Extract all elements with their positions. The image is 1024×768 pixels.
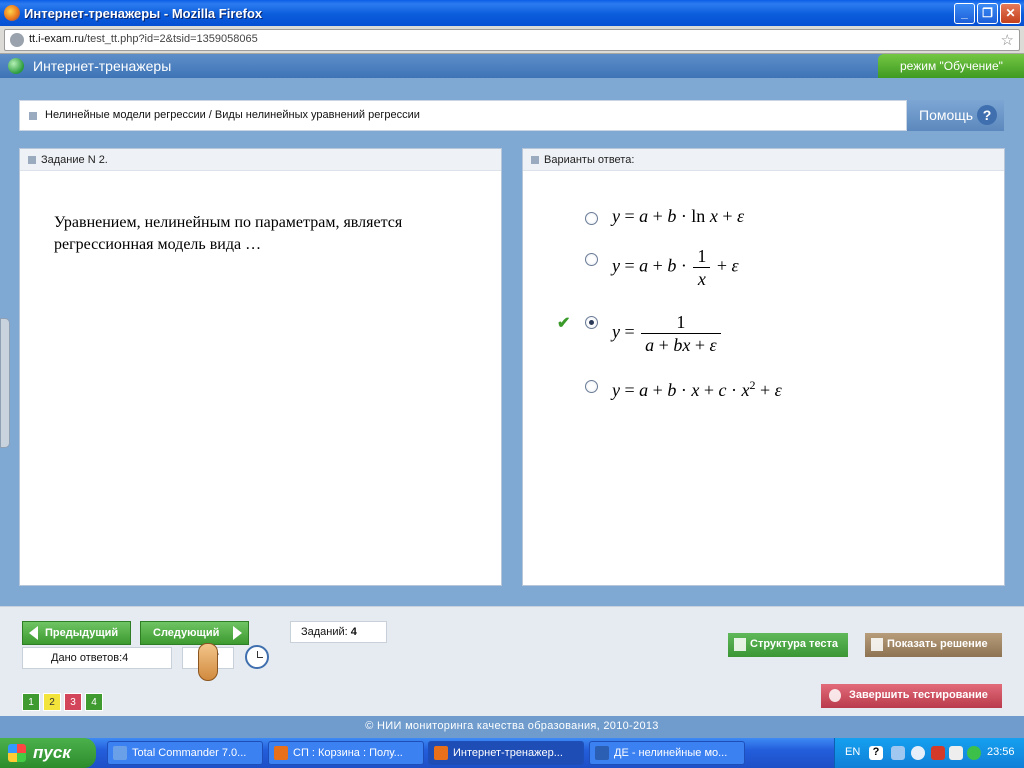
taskbar-task-3[interactable]: Интернет-тренажер... xyxy=(428,741,584,765)
arrow-left-icon xyxy=(29,626,38,640)
task-app-icon xyxy=(274,746,288,760)
url-field[interactable]: tt.i-exam.ru/test_tt.php?id=2&tsid=13590… xyxy=(4,29,1020,51)
maximize-button[interactable]: ❐ xyxy=(977,2,998,24)
address-bar: tt.i-exam.ru/test_tt.php?id=2&tsid=13590… xyxy=(0,26,1024,54)
answers-header: Варианты ответа: xyxy=(544,154,635,166)
answers-panel: Варианты ответа: y = a + b · ln x + ε y … xyxy=(522,148,1005,586)
formula-option-2: y = a + b · 1x + ε xyxy=(612,246,739,289)
radio-option-1[interactable] xyxy=(585,212,598,225)
question-number-3[interactable]: 3 xyxy=(64,693,82,711)
finish-test-label: Завершить тестирование xyxy=(849,689,988,701)
radio-option-2[interactable] xyxy=(585,253,598,266)
app-name: Интернет-тренажеры xyxy=(33,58,172,74)
minimize-button[interactable]: _ xyxy=(954,2,975,24)
network-tray-icon[interactable] xyxy=(967,746,981,760)
footer: © НИИ мониторинга качества образования, … xyxy=(0,716,1024,738)
url-host: tt.i-exam.ru xyxy=(29,33,85,45)
task-app-icon xyxy=(434,746,448,760)
expand-tray-icon[interactable] xyxy=(911,746,925,760)
answers-panel-header: Варианты ответа: xyxy=(523,149,1004,171)
task-app-icon xyxy=(113,746,127,760)
start-button[interactable]: пуск xyxy=(0,738,96,768)
breadcrumb: Нелинейные модели регрессии / Виды нелин… xyxy=(19,100,907,131)
taskbar-task-4[interactable]: ДЕ - нелинейные мо... xyxy=(589,741,745,765)
book-icon xyxy=(871,638,883,651)
question-number-2[interactable]: 2 xyxy=(43,693,61,711)
app-header: Интернет-тренажеры режим "Обучение" xyxy=(0,54,1024,78)
task-panel: Задание N 2. Уравнением, нелинейным по п… xyxy=(19,148,502,586)
antivirus-tray-icon[interactable] xyxy=(931,746,945,760)
running-man-icon xyxy=(829,689,841,702)
task-label: Интернет-тренажер... xyxy=(453,747,563,759)
tasks-counter: Заданий: 4 xyxy=(290,621,387,643)
task-panel-header: Задание N 2. xyxy=(20,149,501,171)
main-area: Нелинейные модели регрессии / Виды нелин… xyxy=(0,78,1024,606)
help-button[interactable]: Помощь ? xyxy=(907,100,1004,131)
task-number: Задание N 2. xyxy=(41,154,108,166)
system-tray: EN ? 23:56 xyxy=(834,738,1024,768)
taskbar-task-1[interactable]: Total Commander 7.0... xyxy=(107,741,263,765)
prev-button[interactable]: Предыдущий xyxy=(22,621,131,645)
usb-tray-icon[interactable] xyxy=(891,746,905,760)
taskbar: пуск Total Commander 7.0... СП : Корзина … xyxy=(0,738,1024,768)
show-solution-button[interactable]: Показать решение xyxy=(865,633,1002,657)
taskbar-task-2[interactable]: СП : Корзина : Полу... xyxy=(268,741,424,765)
bullet-square-icon xyxy=(531,156,539,164)
start-label: пуск xyxy=(33,743,71,762)
globe-icon xyxy=(10,33,24,47)
tasks-count: 4 xyxy=(350,626,357,638)
bookmark-star-icon[interactable]: ☆ xyxy=(1001,31,1014,49)
windows-flag-icon xyxy=(8,744,26,762)
bullet-square-icon xyxy=(29,112,37,120)
side-panel-handle[interactable] xyxy=(0,318,10,448)
breadcrumb-text: Нелинейные модели регрессии / Виды нелин… xyxy=(45,109,420,121)
task-label: ДЕ - нелинейные мо... xyxy=(614,747,728,759)
test-structure-label: Структура теста xyxy=(750,638,839,650)
clock-icon xyxy=(245,645,269,669)
list-icon xyxy=(734,638,746,651)
help-label: Помощь xyxy=(919,107,974,123)
next-label: Следующий xyxy=(153,627,220,639)
shield-tray-icon[interactable] xyxy=(949,746,963,760)
url-path: /test_tt.php?id=2&tsid=1359058065 xyxy=(84,33,258,45)
task-label: СП : Корзина : Полу... xyxy=(293,747,403,759)
language-indicator[interactable]: EN xyxy=(845,746,860,758)
close-button[interactable]: ✕ xyxy=(1000,2,1021,24)
help-tray-icon[interactable]: ? xyxy=(869,746,883,760)
question-number-1[interactable]: 1 xyxy=(22,693,40,711)
clock-time: 23:56 xyxy=(987,746,1015,758)
mode-badge: режим "Обучение" xyxy=(878,54,1024,78)
formula-option-4: y = a + b · x + c · x2 + ε xyxy=(612,378,782,400)
question-mark-icon: ? xyxy=(977,105,997,125)
formula-option-1: y = a + b · ln x + ε xyxy=(612,206,745,226)
window-title: Интернет-тренажеры - Mozilla Firefox xyxy=(24,5,263,21)
prev-label: Предыдущий xyxy=(45,627,119,639)
app-logo-icon xyxy=(8,58,24,74)
question-number-4[interactable]: 4 xyxy=(85,693,103,711)
firefox-icon xyxy=(4,5,20,21)
hand-cursor-icon xyxy=(198,643,218,681)
bottom-toolbar: Предыдущий Следующий Заданий: 4 Дано отв… xyxy=(0,606,1024,716)
question-text: Уравнением, нелинейным по параметрам, яв… xyxy=(54,214,403,253)
tasks-label: Заданий: xyxy=(301,626,348,638)
task-label: Total Commander 7.0... xyxy=(132,747,247,759)
task-app-icon xyxy=(595,746,609,760)
window-title-bar: Интернет-тренажеры - Mozilla Firefox _ ❐… xyxy=(0,0,1024,26)
next-button[interactable]: Следующий xyxy=(140,621,249,645)
show-solution-label: Показать решение xyxy=(887,638,988,650)
bullet-square-icon xyxy=(28,156,36,164)
correct-check-icon: ✔ xyxy=(557,315,571,332)
formula-option-3: y = 1 a + bx + ε xyxy=(612,311,723,356)
finish-test-button[interactable]: Завершить тестирование xyxy=(821,684,1002,708)
radio-option-3[interactable] xyxy=(585,316,598,329)
answered-counter: Дано ответов:4 xyxy=(22,647,172,669)
arrow-right-icon xyxy=(233,626,242,640)
test-structure-button[interactable]: Структура теста xyxy=(728,633,848,657)
radio-option-4[interactable] xyxy=(585,380,598,393)
